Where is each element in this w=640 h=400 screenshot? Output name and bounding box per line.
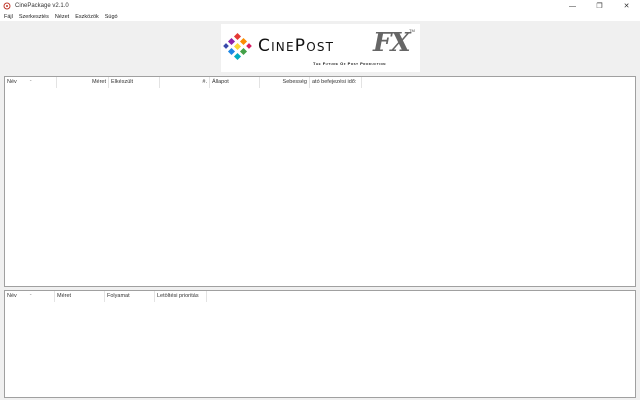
column-header-size[interactable]: Méret bbox=[55, 291, 105, 302]
close-button[interactable]: ✕ bbox=[613, 0, 640, 12]
column-header-speed[interactable]: Sebesség bbox=[260, 77, 310, 88]
logo-tagline: The Future Of Post Production bbox=[313, 61, 386, 66]
files-list-header: ⌄ Név Méret Folyamat Letöltési prioritás bbox=[5, 291, 635, 302]
menu-edit[interactable]: Szerkesztés bbox=[16, 14, 52, 20]
minimize-button[interactable]: — bbox=[559, 0, 586, 12]
logo-banner: CinePost FX TM The Future Of Post Produc… bbox=[0, 21, 640, 75]
column-header-name[interactable]: Név bbox=[5, 77, 57, 88]
files-list[interactable]: ⌄ Név Méret Folyamat Letöltési prioritás bbox=[4, 290, 636, 398]
column-header-progress[interactable]: Folyamat bbox=[105, 291, 155, 302]
download-list[interactable]: ⌄ Név Méret Elkészült #. Állapot Sebessé… bbox=[4, 76, 636, 287]
column-header-name[interactable]: Név bbox=[5, 291, 55, 302]
column-header-number[interactable]: #. bbox=[160, 77, 210, 88]
column-header-priority[interactable]: Letöltési prioritás bbox=[155, 291, 207, 302]
column-header-done[interactable]: Elkészült bbox=[109, 77, 160, 88]
column-header-eta[interactable]: ató befejezési idő: bbox=[310, 77, 362, 88]
column-header-status[interactable]: Állapot bbox=[210, 77, 260, 88]
window-title: CinePackage v2.1.0 bbox=[15, 3, 69, 9]
window-controls: — ❐ ✕ bbox=[559, 0, 640, 12]
download-list-header: ⌄ Név Méret Elkészült #. Állapot Sebessé… bbox=[5, 77, 635, 88]
menu-bar: Fájl Szerkesztés Nézet Eszközök Súgó bbox=[0, 12, 640, 21]
menu-file[interactable]: Fájl bbox=[0, 14, 16, 20]
logo-brand-text: CinePost bbox=[258, 36, 335, 56]
menu-view[interactable]: Nézet bbox=[52, 14, 72, 20]
cinepost-logo: CinePost FX TM The Future Of Post Produc… bbox=[221, 24, 420, 72]
menu-help[interactable]: Súgó bbox=[102, 14, 121, 20]
menu-tools[interactable]: Eszközök bbox=[72, 14, 102, 20]
app-icon bbox=[3, 2, 11, 10]
title-bar: CinePackage v2.1.0 — ❐ ✕ bbox=[0, 0, 640, 12]
logo-tm: TM bbox=[409, 28, 415, 33]
logo-mark-icon bbox=[223, 32, 252, 61]
restore-button[interactable]: ❐ bbox=[586, 0, 613, 12]
logo-fx-text: FX bbox=[373, 28, 411, 58]
column-header-size[interactable]: Méret bbox=[57, 77, 109, 88]
